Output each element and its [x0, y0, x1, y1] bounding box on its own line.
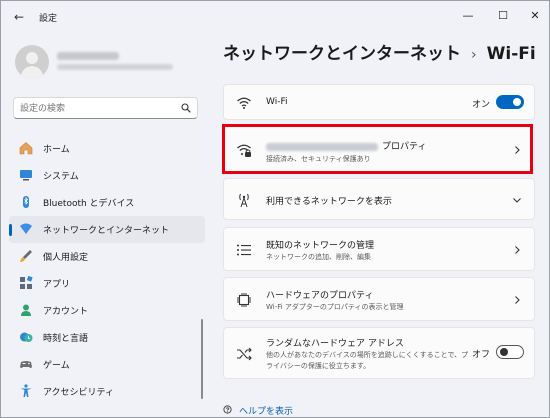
network-properties-title: プロパティ: [266, 139, 426, 152]
sidebar-item-gaming[interactable]: ゲーム: [9, 351, 205, 378]
help-label[interactable]: ヘルプを表示: [239, 407, 293, 417]
hardware-properties-subtitle: Wi-Fi アダプターのプロパティの表示と管理: [266, 303, 404, 311]
accessibility-icon: [20, 384, 32, 397]
apps-icon: [20, 276, 33, 289]
sidebar-item-time-language[interactable]: 時刻と言語: [9, 324, 205, 351]
hardware-properties-card[interactable]: ハードウェアのプロパティ Wi-Fi アダプターのプロパティの表示と管理: [223, 277, 535, 321]
properties-suffix: プロパティ: [382, 142, 427, 152]
sidebar-item-accounts[interactable]: アカウント: [9, 297, 205, 324]
shuffle-icon: [237, 347, 252, 361]
sidebar-item-label: Bluetooth とデバイス: [43, 199, 135, 209]
chevron-down-icon: [513, 198, 521, 203]
sidebar-item-label: ゲーム: [43, 361, 70, 371]
random-mac-toggle[interactable]: [496, 345, 524, 359]
manage-known-networks-subtitle: ネットワークの追加、削除、編集: [266, 253, 371, 261]
manage-known-networks-title: 既知のネットワークの管理: [266, 241, 375, 251]
search-box[interactable]: [13, 97, 198, 119]
bluetooth-icon: [23, 196, 29, 208]
wifi-secure-icon: [237, 144, 251, 157]
wifi-icon: [237, 97, 251, 109]
hardware-properties-title: ハードウェアのプロパティ: [266, 291, 374, 301]
sidebar-item-label: アプリ: [43, 280, 71, 290]
title-bar: ← 設定 — ☐ ✕: [1, 1, 549, 33]
help-link[interactable]: ヘルプを表示: [223, 404, 293, 417]
random-hardware-address-title: ランダムなハードウェア アドレス: [266, 339, 404, 349]
random-hardware-address-subtitle-1: 他の人があなたのデバイスの場所を追跡しにくくすることで、プ: [266, 351, 469, 359]
sidebar-nav: ホーム システム Bluetooth とデバイス ネットワークとインターネット: [9, 135, 205, 405]
wifi-label: Wi-Fi: [266, 97, 288, 107]
chevron-right-icon: [515, 296, 520, 304]
random-hardware-address-subtitle-2: ライバシーの保護に役立ちます。: [266, 362, 371, 370]
sidebar-item-label: アクセシビリティ: [43, 388, 115, 398]
time-language-icon: [20, 332, 33, 342]
breadcrumb: ネットワークとインターネット › Wi-Fi: [223, 39, 536, 64]
chevron-right-icon: [515, 246, 520, 254]
sidebar-item-label: 個人用設定: [43, 253, 89, 263]
network-properties-subtitle: 接続済み、セキュリティ保護あり: [266, 155, 371, 163]
sidebar-item-home[interactable]: ホーム: [9, 135, 205, 162]
settings-window: ← 設定 — ☐ ✕ ホーム システム: [0, 0, 550, 418]
sidebar-item-label: アカウント: [43, 307, 89, 317]
brush-icon: [20, 250, 32, 262]
home-icon: [19, 142, 33, 155]
list-icon: [237, 244, 251, 256]
sidebar-item-bluetooth[interactable]: Bluetooth とデバイス: [9, 189, 205, 216]
breadcrumb-separator: ›: [471, 47, 477, 63]
wifi-state-text: オン: [472, 100, 491, 110]
sidebar-item-label: システム: [43, 172, 79, 182]
minimize-button[interactable]: —: [453, 5, 483, 27]
show-available-networks-card[interactable]: 利用できるネットワークを表示: [223, 178, 535, 220]
game-icon: [20, 361, 32, 368]
page-title: Wi-Fi: [486, 44, 536, 64]
wifi-toggle-card: Wi-Fi オン: [223, 84, 535, 120]
wifi-toggle[interactable]: [496, 95, 524, 109]
sidebar-item-network[interactable]: ネットワークとインターネット: [9, 216, 205, 243]
network-icon: [20, 223, 32, 234]
sidebar-item-label: ネットワークとインターネット: [43, 226, 170, 236]
system-icon: [20, 170, 32, 181]
search-icon[interactable]: [181, 103, 191, 113]
sidebar-item-accessibility[interactable]: アクセシビリティ: [9, 378, 205, 405]
maximize-button[interactable]: ☐: [488, 5, 518, 27]
help-icon: [223, 405, 232, 414]
random-mac-state-text: オフ: [472, 350, 491, 360]
show-available-networks-label: 利用できるネットワークを表示: [266, 197, 392, 207]
sidebar-item-label: ホーム: [43, 145, 70, 155]
breadcrumb-parent[interactable]: ネットワークとインターネット: [223, 44, 461, 64]
account-icon: [21, 304, 31, 316]
sidebar-item-label: 時刻と言語: [43, 334, 89, 344]
antenna-icon: [239, 193, 249, 208]
user-name-redacted: [57, 52, 119, 60]
manage-known-networks-card[interactable]: 既知のネットワークの管理 ネットワークの追加、削除、編集: [223, 227, 535, 271]
app-title: 設定: [39, 14, 58, 24]
network-properties-card[interactable]: プロパティ 接続済み、セキュリティ保護あり: [223, 126, 535, 172]
random-hardware-address-card: ランダムなハードウェア アドレス 他の人があなたのデバイスの場所を追跡しにくくす…: [223, 327, 535, 379]
user-email-redacted: [57, 64, 173, 70]
sidebar-item-apps[interactable]: アプリ: [9, 270, 205, 297]
chevron-right-icon: [515, 146, 520, 154]
back-arrow-icon[interactable]: ←: [11, 10, 27, 24]
sidebar-item-personalization[interactable]: 個人用設定: [9, 243, 205, 270]
close-button[interactable]: ✕: [520, 5, 549, 27]
chip-icon: [237, 293, 251, 307]
network-name-redacted: [266, 142, 378, 151]
sidebar-item-system[interactable]: システム: [9, 162, 205, 189]
sidebar-scrollbar[interactable]: [201, 319, 203, 399]
search-input[interactable]: [20, 101, 180, 116]
avatar[interactable]: [15, 45, 49, 79]
